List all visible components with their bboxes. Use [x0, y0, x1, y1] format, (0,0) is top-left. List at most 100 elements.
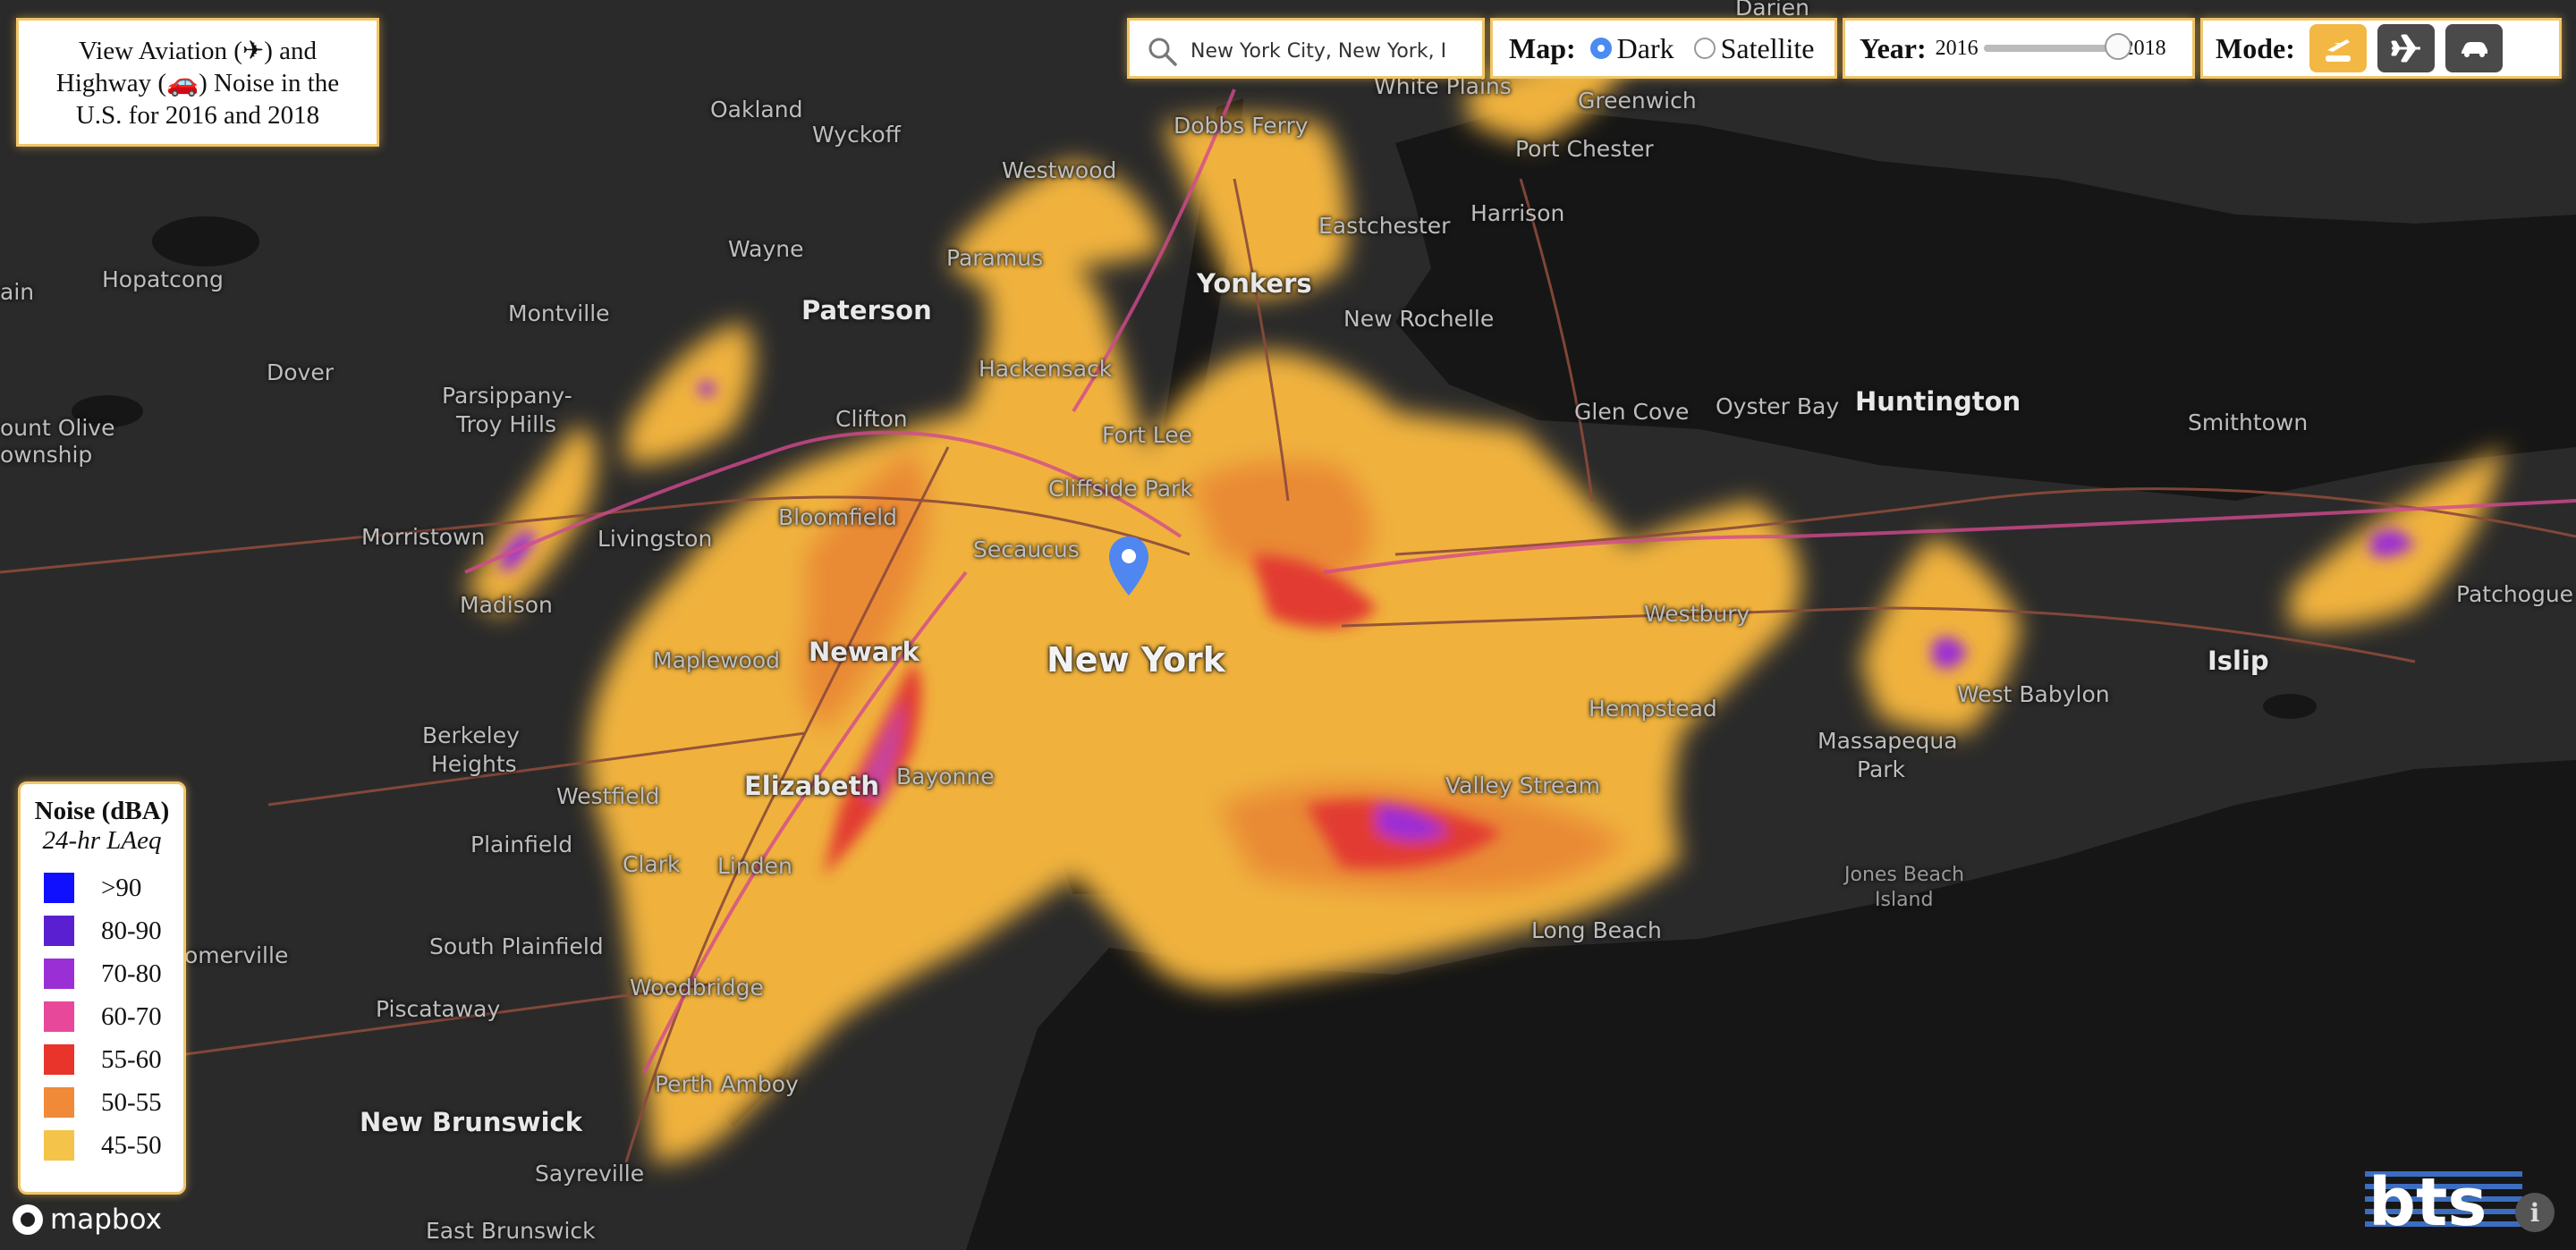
- legend-item: 55-60: [30, 1038, 174, 1081]
- place-label: Smithtown: [2188, 410, 2309, 435]
- place-label: Fort Lee: [1102, 422, 1193, 448]
- place-label: Greenwich: [1578, 88, 1697, 114]
- place-label: Valley Stream: [1445, 773, 1600, 798]
- mode-label: Mode:: [2216, 31, 2295, 64]
- place-label: Oyster Bay: [1716, 393, 1840, 419]
- aviation-and-highway-icon: [2325, 39, 2351, 62]
- place-label: Livingston: [597, 526, 713, 552]
- place-label: Patchogue: [2456, 581, 2574, 607]
- place-label: Berkeley: [422, 722, 520, 748]
- legend-swatch: [44, 1087, 74, 1118]
- year-slider-handle[interactable]: [2104, 33, 2131, 60]
- place-label: East Brunswick: [426, 1218, 596, 1244]
- legend-item: 45-50: [30, 1124, 174, 1167]
- mode-highway-button[interactable]: [2445, 24, 2503, 72]
- place-label: Yonkers: [1197, 268, 1312, 299]
- place-label: Island: [1875, 889, 1934, 911]
- legend-label: 50-55: [101, 1087, 162, 1117]
- legend-item: 60-70: [30, 995, 174, 1038]
- place-label: Park: [1857, 756, 1906, 782]
- info-icon[interactable]: i: [2515, 1193, 2555, 1232]
- car-icon: [2461, 42, 2487, 57]
- year-label: Year:: [1860, 31, 1927, 64]
- place-label: Dover: [267, 359, 334, 385]
- place-label: Heights: [431, 751, 517, 777]
- legend-label: >90: [101, 873, 142, 902]
- place-label: Paramus: [946, 245, 1044, 271]
- place-label: Islip: [2207, 646, 2269, 676]
- place-label: Parsippany-: [442, 383, 572, 409]
- legend-title: Noise (dBA): [34, 797, 170, 825]
- place-label: Secaucus: [973, 536, 1080, 562]
- mode-aviation-button[interactable]: [2377, 24, 2435, 72]
- place-label: Troy Hills: [456, 411, 557, 437]
- legend-item: 80-90: [30, 909, 174, 952]
- place-label: Newark: [809, 637, 919, 667]
- place-label: Sayreville: [535, 1161, 645, 1187]
- map-style-panel: Map: Dark Satellite: [1490, 18, 1837, 79]
- place-label: Clifton: [835, 406, 908, 432]
- place-label: Jones Beach: [1844, 864, 1965, 886]
- place-label: Harrison: [1470, 200, 1565, 226]
- legend-item: >90: [30, 866, 174, 909]
- place-label: omerville: [184, 942, 289, 968]
- mode-all-button[interactable]: [2309, 24, 2367, 72]
- noise-map[interactable]: [0, 0, 2576, 1250]
- place-label: Morristown: [361, 524, 486, 550]
- place-label: Westwood: [1002, 157, 1117, 183]
- legend-label: 45-50: [101, 1130, 162, 1160]
- year-min-label: 2016: [1935, 36, 1979, 60]
- place-label: Port Chester: [1515, 136, 1654, 162]
- place-label: ount Olive: [0, 415, 115, 441]
- place-label: Hackensack: [979, 356, 1113, 382]
- place-label: Oakland: [710, 97, 803, 122]
- location-pin-icon[interactable]: [1107, 535, 1150, 597]
- search-icon: [1148, 38, 1177, 66]
- search-input[interactable]: [1189, 33, 1475, 69]
- legend-swatch: [44, 1130, 74, 1161]
- place-label: Plainfield: [470, 832, 573, 857]
- place-label: ownship: [0, 442, 93, 468]
- map-style-label: Map:: [1509, 31, 1576, 64]
- place-label: Wayne: [728, 236, 804, 262]
- place-label: Maplewood: [653, 647, 780, 673]
- place-label: Long Beach: [1531, 917, 1662, 943]
- mapbox-logo[interactable]: mapbox: [13, 1204, 162, 1236]
- place-label: Bayonne: [896, 764, 995, 790]
- place-label: Westfield: [556, 783, 660, 809]
- bts-logo[interactable]: bts: [2365, 1162, 2522, 1234]
- place-label: Hempstead: [1589, 696, 1717, 722]
- airplane-icon: [2391, 34, 2420, 63]
- legend-label: 80-90: [101, 916, 162, 945]
- place-label: Linden: [717, 853, 792, 879]
- title-line: U.S. for 2016 and 2018: [75, 101, 320, 130]
- place-label: Perth Amboy: [655, 1071, 799, 1097]
- place-label: Elizabeth: [744, 771, 880, 801]
- place-label: New Brunswick: [360, 1107, 582, 1137]
- year-panel: Year: 2016 2018: [1843, 18, 2195, 79]
- title-line: Highway (🚗) Noise in the: [55, 69, 340, 97]
- place-label: New Rochelle: [1343, 306, 1495, 332]
- place-label: West Babylon: [1957, 681, 2110, 707]
- location-search[interactable]: [1127, 18, 1485, 79]
- mode-panel: Mode:: [2200, 18, 2562, 79]
- radio-dark[interactable]: [1589, 38, 1612, 59]
- place-label: Dobbs Ferry: [1174, 113, 1309, 139]
- place-label: ain: [0, 279, 35, 305]
- legend-item: 70-80: [30, 952, 174, 995]
- noise-legend: Noise (dBA) 24-hr LAeq >90 80-90 70-80 6…: [18, 781, 186, 1195]
- place-label: Piscataway: [376, 996, 501, 1022]
- radio-dark-label[interactable]: Dark: [1617, 32, 1674, 65]
- radio-satellite[interactable]: [1693, 38, 1716, 59]
- year-slider[interactable]: [1983, 33, 2131, 60]
- radio-satellite-label[interactable]: Satellite: [1721, 32, 1815, 65]
- bts-logo-text: bts: [2368, 1164, 2487, 1234]
- legend-label: 55-60: [101, 1044, 162, 1074]
- place-label: Eastchester: [1318, 213, 1451, 239]
- legend-label: 70-80: [101, 959, 162, 988]
- place-label: Montville: [508, 300, 610, 326]
- place-label: Cliffside Park: [1048, 476, 1193, 502]
- place-label: Clark: [623, 851, 681, 877]
- place-label: Huntington: [1855, 386, 2021, 417]
- legend-swatch: [44, 1044, 74, 1075]
